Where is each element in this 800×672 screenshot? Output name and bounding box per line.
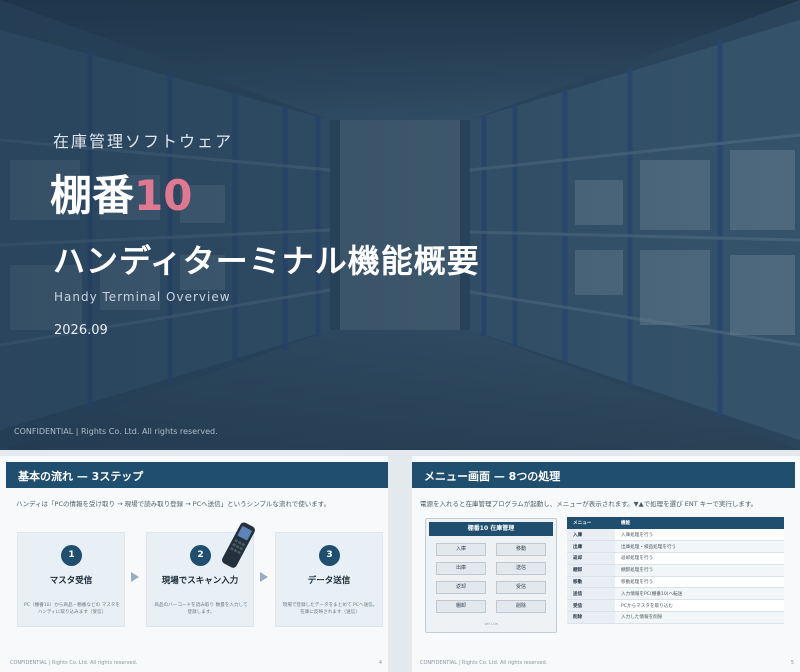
step-number: 3 [319,545,340,566]
step-title: データ送信 [307,576,351,586]
table-row: 削除 入力した情報を削除 [567,611,784,624]
table-row: 入庫 入庫処理を行う [567,529,784,542]
function-cell: 入庫処理を行う [615,529,784,542]
table-row: 送信 入力情報をPC(棚番10)へ転送 [567,587,784,601]
table-row: 受信 PCからマスタを取り込む [567,599,784,613]
menu-cell: 出庫 [567,540,615,554]
menu-function-table: メニュー 機能 入庫 入庫処理を行う 出庫 出庫処理・検品処理を行う 返却 返却処理を… [567,517,784,624]
step-description: 商品のバーコードを読み取り 数量を入力して登録します。 [154,603,248,615]
background-overlay [0,0,800,450]
step-number: 2 [190,545,211,566]
column-header-menu: メニュー [567,517,615,529]
english-subtitle: Handy Terminal Overview [54,290,231,304]
confidential-notice: CONFIDENTIAL | Rights Co. Ltd. All right… [14,427,218,436]
device-title: 棚番10 在庫管理 [429,522,553,536]
slide-intro: ハンディは「PCの情報を受け取り → 現場で読み取り登録 → PCへ送信」という… [16,500,331,508]
date-text: 2026.09 [54,323,108,338]
menu-button-jushin[interactable]: 受信 [496,581,546,594]
menu-cell: 棚卸 [567,564,615,577]
page-number: 5 [790,660,794,666]
menu-slide: メニュー画面 — 8つの処理 電源を入れると在庫管理プログラムが起動し、メニュー… [412,456,800,672]
step-description: PC（棚番10）から商品・棚番などの マスタをハンディに取り込みます（受信） [24,603,120,615]
step-card-send: 3 データ送信 現場で登録したデータをまとめて PCへ送信。在庫に反映されます（… [275,532,383,627]
step-card-receive: 1 マスタ受信 PC（棚番10）から商品・棚番などの マスタをハンディに取り込み… [17,532,125,627]
function-cell: 入力情報をPC(棚番10)へ転送 [615,587,784,601]
table-row: 移動 移動処理を行う [567,576,784,589]
product-version: 10 [134,171,193,220]
function-cell: 返却処理を行う [615,552,784,565]
menu-cell: 返却 [567,552,615,565]
function-cell: PCからマスタを取り込む [615,599,784,613]
slide-header: メニュー画面 — 8つの処理 [412,462,795,488]
slide-header-title: 基本の流れ — 3ステップ [18,470,144,483]
menu-cell: 移動 [567,576,615,589]
table-row: 返却 返却処理を行う [567,552,784,565]
device-version: Ver1.0a [484,622,498,626]
slide-footer: CONFIDENTIAL | Rights Co. Ltd. All right… [10,660,138,666]
function-cell: 棚卸処理を行う [615,564,784,577]
menu-button-soshin[interactable]: 送信 [496,562,546,575]
menu-button-tanaoroshi[interactable]: 棚卸 [436,600,486,613]
title-slide: 在庫管理ソフトウェア 棚番10 ハンディターミナル機能概要 Handy Term… [0,0,800,450]
function-cell: 出庫処理・検品処理を行う [615,540,784,554]
menu-cell: 受信 [567,599,615,613]
table-header-row: メニュー 機能 [567,517,784,529]
arrow-right-icon [131,572,139,582]
menu-button-ido[interactable]: 移動 [496,543,546,556]
table-row: 出庫 出庫処理・検品処理を行う [567,540,784,554]
step-title: 現場でスキャン入力 [161,576,239,586]
slide-footer: CONFIDENTIAL | Rights Co. Ltd. All right… [420,660,548,666]
page-number: 4 [378,660,382,666]
slide-intro: 電源を入れると在庫管理プログラムが起動し、メニューが表示されます。▼▲で処理を選… [420,500,758,508]
column-header-function: 機能 [615,517,784,529]
step-description: 現場で登録したデータをまとめて PCへ送信。在庫に反映されます（送信） [282,603,378,615]
menu-button-henkyaku[interactable]: 返却 [436,581,486,594]
handy-menu-screen: 棚番10 在庫管理 入庫 移動 出庫 送信 返却 受信 棚卸 削除 Ver1.0… [425,518,557,633]
product-name-text: 棚番 [50,171,135,220]
handy-terminal-icon [222,522,255,568]
slide-headline: ハンディターミナル機能概要 [53,242,480,280]
menu-button-nyuko[interactable]: 入庫 [436,543,486,556]
menu-cell: 送信 [567,587,615,601]
kicker-text: 在庫管理ソフトウェア [53,132,234,151]
flow-slide: 基本の流れ — 3ステップ ハンディは「PCの情報を受け取り → 現場で読み取り… [0,456,388,672]
menu-cell: 入庫 [567,529,615,542]
step-title: マスタ受信 [49,576,93,586]
slide-header: 基本の流れ — 3ステップ [6,462,388,488]
slide-header-title: メニュー画面 — 8つの処理 [424,470,561,483]
function-cell: 入力した情報を削除 [615,611,784,624]
function-cell: 移動処理を行う [615,576,784,589]
arrow-right-icon [260,572,268,582]
menu-button-sakujo[interactable]: 削除 [496,600,546,613]
product-name: 棚番10 [50,162,192,223]
menu-button-shukko[interactable]: 出庫 [436,562,486,575]
step-number: 1 [61,545,82,566]
table-row: 棚卸 棚卸処理を行う [567,564,784,577]
menu-cell: 削除 [567,611,615,624]
